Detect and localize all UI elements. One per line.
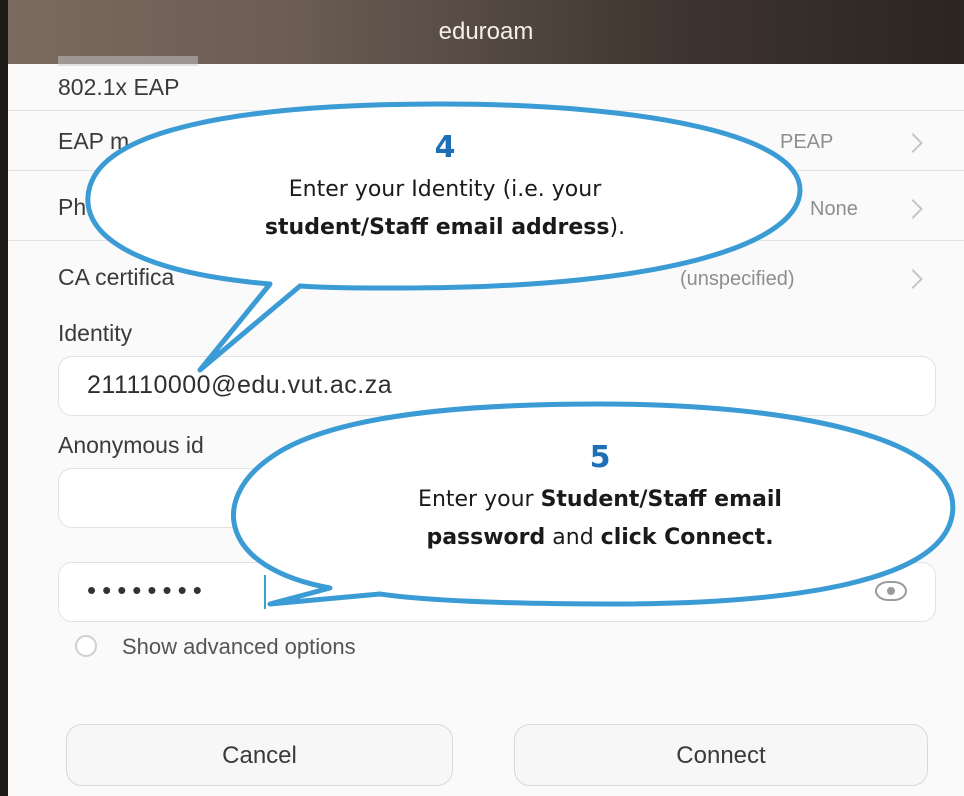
step-5-number: 5: [589, 440, 611, 475]
callout-4-bold-text: student/Staff email address: [264, 215, 610, 240]
callout-5-line-2: password and click Connect.: [290, 519, 910, 557]
callout-5-bold-connect: click Connect.: [600, 525, 774, 550]
callout-overlay: [85, 101, 956, 607]
callout-5-bold-text: Student/Staff email: [540, 487, 782, 512]
callout-5-plain-text: Enter your: [418, 487, 541, 512]
callout-4-line-2: student/Staff email address).: [140, 209, 750, 247]
callout-5-line-1: Enter your Student/Staff email: [290, 481, 910, 519]
callout-5-plain-and: and: [545, 525, 601, 550]
step-4-number: 4: [434, 130, 456, 165]
callout-4-tail-text: ).: [609, 215, 626, 240]
callout-5-bold-password: password: [426, 525, 546, 550]
callout-4-text: 4 Enter your Identity (i.e. your student…: [140, 130, 750, 247]
callout-4-line-1: Enter your Identity (i.e. your: [288, 177, 602, 202]
callout-5-text: 5 Enter your Student/Staff email passwor…: [290, 440, 910, 557]
